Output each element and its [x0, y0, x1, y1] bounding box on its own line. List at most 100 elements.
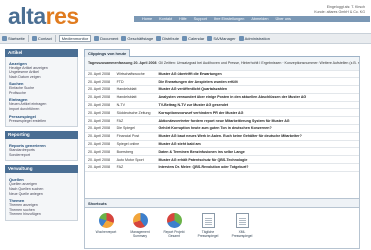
clipping-row[interactable]: 20. April 2008 N-TV TV-Beitrag N-TV zur Mu… [85, 101, 359, 110]
pie-chart-icon [166, 213, 182, 228]
pie-chart-icon [98, 213, 114, 228]
clipping-source: Handelsblatt [115, 85, 158, 94]
clipping-source: FAZ [115, 163, 158, 172]
clipping-headline: Die Erwartungen der Anspielers wurden er… [157, 77, 359, 87]
clipping-source: Handelsblatt [115, 93, 158, 102]
sidebar-link[interactable]: Themen hinzufügen [9, 212, 75, 217]
summary-row[interactable]: Tagesszusammenfassung 20. April 2008 Gil… [85, 57, 359, 71]
clipping-source: FAZ [115, 116, 158, 126]
clipping-row[interactable]: 20. April 2008 Auto Motor Sport Muster AG … [85, 155, 359, 165]
manager-icon [207, 36, 213, 41]
sidebar: Artikel Anzeigen Heutige Artikel anzeige… [5, 49, 78, 250]
sidebar-link[interactable]: Pressespiegel erstellen [9, 119, 75, 124]
clipping-headline: Aktionärsvertreter fordern report neue M… [157, 116, 359, 126]
sidebar-link[interactable]: Nach Datum zeigen [9, 75, 75, 80]
clipping-headline: Muster AG erhält Patentschutz für QBS-Te… [157, 155, 359, 165]
clipping-row[interactable]: 20. April 2008 Süddeutsche Zeitung Korrupt… [85, 108, 359, 118]
toolbar-contact[interactable]: Contact [31, 36, 52, 41]
user-line-2: Kunde: altares GmbH & Co. KG [314, 9, 365, 14]
clipping-row[interactable]: 20. April 2008 Spiegel online Muster AG st… [85, 140, 359, 149]
user-info: Eingeloggt als: T. Kirsch Kunde: altares… [314, 5, 365, 14]
shortcuts-list: Wochenreport Management Summary Report P… [85, 208, 359, 243]
clipping-row[interactable]: 20. April 2008 FAZ Aktionärsvertreter ford… [85, 116, 359, 126]
top-navigation: Home Kontakt Hilfe Support Ihre Einstell… [134, 16, 370, 22]
clipping-date: 20. April 2008 [85, 155, 116, 165]
clipping-row[interactable]: 20. April 2008 FAZ Interview Dr. Meier: QB… [85, 163, 359, 172]
toolbar-document[interactable]: Document [94, 36, 118, 41]
clipping-date: 20. April 2008 [85, 163, 116, 172]
header: altares Eingeloggt als: T. Kirsch Kunde:… [0, 0, 371, 33]
clipping-headline: Korruptionsvorwurf verhindern PR der Mus… [157, 108, 359, 118]
topnav-home[interactable]: Home [142, 17, 152, 21]
sidebar-link[interactable]: Profisuche [9, 91, 75, 96]
clipping-source: FTD [115, 77, 158, 87]
toolbar-divider [27, 35, 29, 42]
contact-icon [31, 36, 37, 41]
main-content: Clippings von heute Tagesszusammenfassun… [84, 49, 360, 203]
toolbar-divider [54, 35, 56, 42]
distribute-icon [156, 36, 162, 41]
clipping-date: 20. April 2008 [85, 70, 116, 79]
xml-document-icon [235, 213, 249, 228]
topnav-hilfe[interactable]: Hilfe [179, 17, 187, 21]
topnav-settings[interactable]: Ihre Einstellungen [214, 17, 244, 21]
clipping-row[interactable]: 20. April 2008 Die Spiegel Gehört Korrupti… [85, 124, 359, 133]
shortcut-report-projekt[interactable]: Report Projekt Gesamt [163, 213, 185, 238]
clipping-headline: Muster AG veröffentlicht Quartalszahlen [157, 85, 359, 94]
calendar-icon [182, 36, 188, 41]
clippings-panel: Tagesszusammenfassung 20. April 2008 Gil… [84, 57, 360, 203]
shortcut-taegliche-pressespiegel[interactable]: Tägliche Pressespiegel [197, 213, 219, 238]
clipping-source: N-TV [115, 101, 158, 110]
main-toolbar: Startseite Contact Medienmonitor Documen… [0, 33, 371, 44]
clipping-row[interactable]: 20. April 2008 FTD Die Erwartungen der Ans… [85, 77, 359, 87]
clipping-row[interactable]: 20. April 2008 Handelsblatt Muster AG verö… [85, 85, 359, 94]
clipping-date: 20. April 2008 [85, 124, 116, 133]
sidebar-box-reporting: Reports generieren Standardreports Sonde… [5, 139, 78, 162]
clipping-date: 20. April 2008 [85, 140, 116, 149]
clipping-row[interactable]: 20. April 2008 Wirtschaftswoche Muster AG … [85, 70, 359, 79]
clipping-row[interactable]: 20. April 2008 Financial Post Muster AG ba… [85, 132, 359, 141]
clippings-table: Tagesszusammenfassung 20. April 2008 Gil… [85, 57, 359, 172]
topnav-logout[interactable]: Abmelden [251, 17, 268, 21]
document-icon [201, 213, 215, 228]
toolbar-administration[interactable]: Administration [238, 36, 270, 41]
clipping-row[interactable]: 20. April 2008 Boersberg Daten & Terminen … [85, 147, 359, 157]
toolbar-distribute[interactable]: Distribute [156, 36, 179, 41]
topnav-support[interactable]: Support [194, 17, 207, 21]
toolbar-samanager[interactable]: SA/Manager [207, 36, 236, 41]
clipping-headline: Analysten verwundert über einige Posten … [157, 93, 359, 102]
sidebar-header-artikel: Artikel [5, 49, 78, 57]
clipping-row[interactable]: 20. April 2008 Handelsblatt Analysten verw… [85, 93, 359, 102]
sidebar-box-artikel: Anzeigen Heutige Artikel anzeigen Ungele… [5, 57, 78, 128]
clipping-headline: Muster AG steht bald am [157, 140, 359, 149]
clipping-headline: Daten & Terminen Benzinfusionen ins selb… [157, 147, 359, 157]
shortcut-wochenreport[interactable]: Wochenreport [95, 213, 117, 238]
medienmonitor-select[interactable]: Medienmonitor [58, 35, 92, 42]
shortcut-xml-pressespiegel[interactable]: XML Pressespiegel [231, 213, 253, 238]
clipping-headline: Interview Dr. Meier: QBS-Revolution oder… [157, 163, 359, 172]
shortcuts-panel: Shortcuts Wochenreport Management Summar… [84, 198, 360, 249]
topnav-kontakt[interactable]: Kontakt [159, 17, 172, 21]
sidebar-header-verwaltung: Verwaltung [5, 165, 78, 174]
toolbar-calendar[interactable]: Calendar [182, 36, 204, 41]
tab-clippings-heute[interactable]: Clippings von heute [84, 49, 131, 57]
tab-bar: Clippings von heute [84, 49, 360, 57]
clipping-headline: Muster AG übertrifft die Erwartungen [157, 70, 359, 79]
clipping-date: 20. April 2008 [85, 85, 116, 94]
toolbar-startseite[interactable]: Startseite [2, 36, 25, 41]
clipping-headline: TV-Beitrag N-TV zur Muster AG gesendet [157, 101, 359, 110]
business-icon [121, 36, 127, 41]
altares-logo[interactable]: altares [8, 3, 79, 30]
sidebar-header-reporting: Reporting [5, 131, 78, 140]
clipping-date: 20. April 2008 [85, 77, 116, 87]
clipping-source: Die Spiegel [115, 124, 158, 133]
toolbar-geschaeftstage[interactable]: Geschäftstage [121, 36, 153, 41]
shortcut-management-summary[interactable]: Management Summary [129, 213, 151, 238]
clipping-date: 20. April 2008 [85, 108, 116, 118]
topnav-about[interactable]: Über uns [275, 17, 290, 21]
clipping-source: Boersberg [115, 147, 158, 157]
sidebar-link[interactable]: Neue Quelle anlegen [9, 192, 75, 197]
summary-text: Gil Zeitten: Umsatzgrad bei Audihoven un… [157, 57, 359, 71]
sidebar-link[interactable]: Import durchführen [9, 107, 75, 112]
sidebar-link[interactable]: Sonderreport [9, 153, 75, 158]
